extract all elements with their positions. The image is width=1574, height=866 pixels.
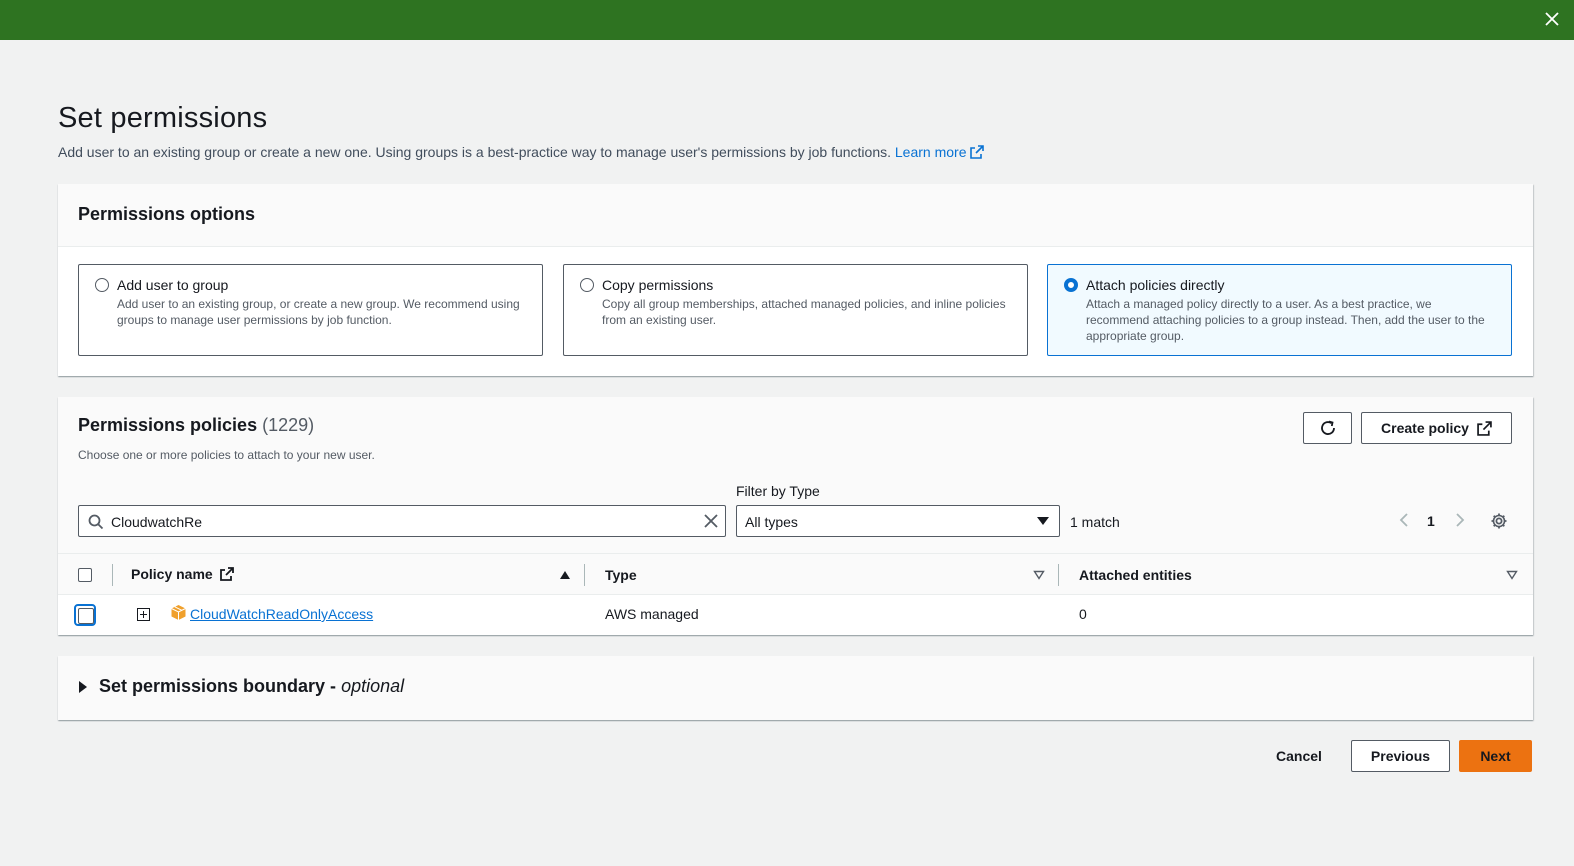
- select-all-checkbox[interactable]: [78, 568, 92, 582]
- match-count: 1 match: [1070, 514, 1120, 530]
- option-label: Add user to group: [117, 277, 229, 293]
- policy-type: AWS managed: [605, 606, 699, 622]
- caret-right-icon: [79, 681, 87, 693]
- permissions-policies-panel: Permissions policies (1229) Choose one o…: [58, 397, 1533, 635]
- option-description: Attach a managed policy directly to a us…: [1086, 297, 1485, 343]
- column-divider: [584, 564, 585, 586]
- subtitle-text: Add user to an existing group or create …: [58, 144, 891, 160]
- next-button[interactable]: Next: [1459, 740, 1532, 772]
- radio-add-user-to-group[interactable]: [95, 278, 109, 292]
- policies-heading: Permissions policies (1229): [78, 415, 315, 435]
- permissions-options-header: Permissions options: [58, 184, 1533, 247]
- create-policy-label: Create policy: [1381, 420, 1469, 436]
- search-value: CloudwatchRe: [111, 514, 203, 530]
- page-subtitle: Add user to an existing group or create …: [58, 144, 985, 160]
- page-number[interactable]: 1: [1427, 513, 1435, 529]
- option-attach-policies-directly[interactable]: Attach policies directly Attach a manage…: [1047, 264, 1512, 356]
- column-divider: [1058, 564, 1059, 586]
- radio-copy-permissions[interactable]: [580, 278, 594, 292]
- option-label: Copy permissions: [602, 277, 714, 293]
- policy-search-input[interactable]: CloudwatchRe: [78, 505, 726, 537]
- boundary-optional: optional: [341, 676, 405, 696]
- learn-more-link[interactable]: Learn more: [895, 144, 985, 160]
- policy-name-link[interactable]: CloudWatchReadOnlyAccess: [190, 606, 373, 622]
- option-description: Copy all group memberships, attached man…: [602, 297, 1006, 327]
- gear-icon[interactable]: [1490, 512, 1508, 530]
- filter-type-select[interactable]: All types: [736, 505, 1060, 537]
- permissions-boundary-expander[interactable]: Set permissions boundary - optional: [58, 656, 1533, 720]
- external-link-icon: [219, 567, 234, 581]
- option-description: Add user to an existing group, or create…: [117, 297, 520, 327]
- option-copy-permissions[interactable]: Copy permissions Copy all group membersh…: [563, 264, 1028, 356]
- external-link-icon: [1477, 420, 1492, 436]
- clear-icon[interactable]: [703, 513, 719, 529]
- boundary-title: Set permissions boundary - optional: [99, 676, 405, 696]
- sort-ascending-icon[interactable]: [559, 570, 571, 580]
- policies-table-header: Policy name Type Attached entities: [58, 553, 1533, 595]
- page-title: Set permissions: [58, 102, 268, 134]
- option-add-user-to-group[interactable]: Add user to group Add user to an existin…: [78, 264, 543, 356]
- filter-type-value: All types: [745, 514, 798, 530]
- expand-icon[interactable]: [137, 608, 150, 621]
- table-row: CloudWatchReadOnlyAccess AWS managed 0: [58, 595, 1533, 635]
- previous-button[interactable]: Previous: [1351, 740, 1450, 772]
- policy-attached-entities: 0: [1079, 606, 1087, 622]
- filter-by-type-label: Filter by Type: [736, 483, 820, 499]
- column-header-attached-entities[interactable]: Attached entities: [1079, 567, 1192, 583]
- permissions-options-panel: Permissions options Add user to group Ad…: [58, 184, 1533, 376]
- option-label: Attach policies directly: [1086, 277, 1225, 293]
- aws-managed-policy-icon: [171, 605, 186, 620]
- close-icon[interactable]: [1542, 9, 1562, 29]
- caret-down-icon: [1037, 517, 1049, 525]
- external-link-icon: [970, 145, 985, 159]
- refresh-icon: [1320, 420, 1335, 435]
- row-checkbox[interactable]: [74, 604, 96, 626]
- search-icon: [88, 514, 104, 530]
- create-policy-button[interactable]: Create policy: [1361, 412, 1512, 444]
- policies-description: Choose one or more policies to attach to…: [78, 448, 375, 462]
- sort-icon[interactable]: [1506, 570, 1518, 580]
- sort-icon[interactable]: [1033, 570, 1045, 580]
- refresh-button[interactable]: [1303, 412, 1352, 444]
- permissions-options-heading: Permissions options: [78, 204, 256, 224]
- chevron-right-icon[interactable]: [1454, 512, 1466, 528]
- column-header-policy-name[interactable]: Policy name: [131, 566, 234, 582]
- policies-count: (1229): [262, 415, 315, 435]
- column-divider: [112, 564, 113, 586]
- success-banner: [0, 0, 1574, 40]
- column-header-type[interactable]: Type: [605, 567, 637, 583]
- chevron-left-icon[interactable]: [1398, 512, 1410, 528]
- radio-attach-policies-directly[interactable]: [1064, 278, 1078, 292]
- cancel-button[interactable]: Cancel: [1265, 740, 1333, 772]
